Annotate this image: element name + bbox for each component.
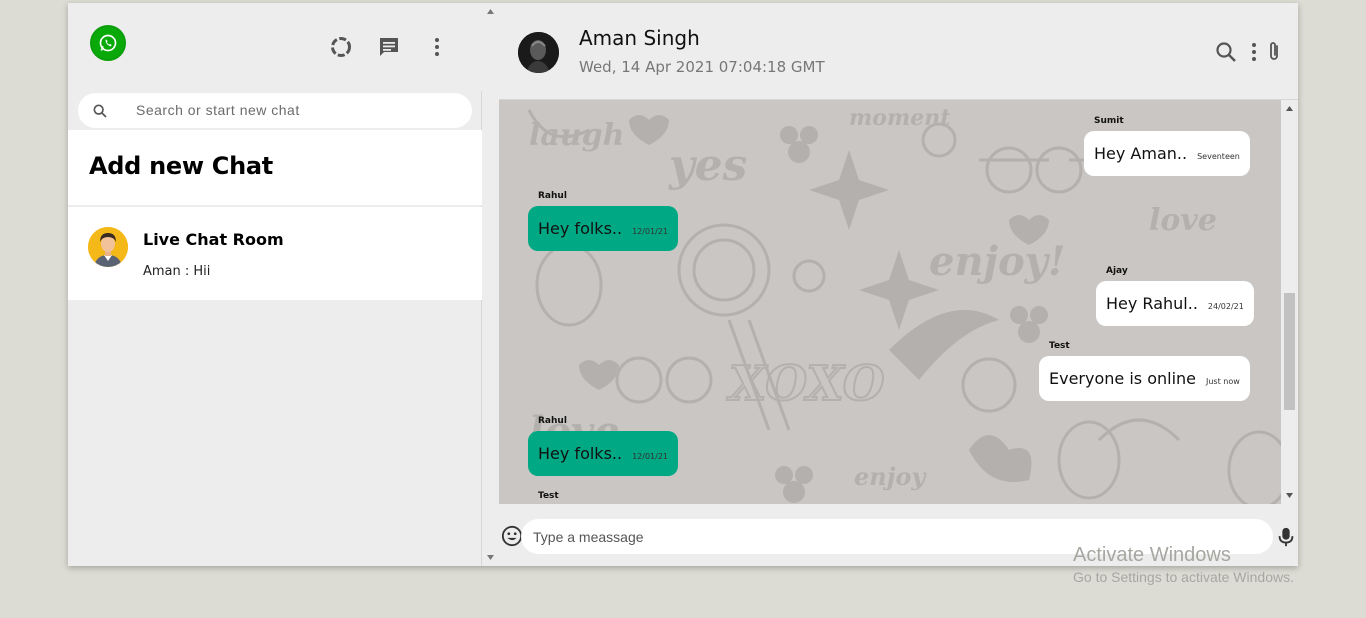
message-text: Hey Aman.. xyxy=(1094,144,1188,163)
more-vert-icon[interactable] xyxy=(425,35,449,59)
emoji-icon[interactable] xyxy=(501,525,523,551)
message-bubble-outgoing[interactable]: Hey Rahul.. 24/02/21 xyxy=(1096,281,1254,326)
svg-text:love: love xyxy=(1149,203,1217,238)
search-bar xyxy=(78,93,472,128)
room-name: Live Chat Room xyxy=(143,230,284,249)
message-sender: Test xyxy=(1049,341,1070,351)
room-last-message: Aman : Hii xyxy=(143,264,211,279)
status-icon[interactable] xyxy=(329,35,353,59)
contact-name: Aman Singh xyxy=(579,26,700,50)
message-bubble-incoming[interactable]: Hey folks.. 12/01/21 xyxy=(528,431,679,476)
message-bubble-outgoing[interactable]: Hey Aman.. Seventeen xyxy=(1084,131,1250,176)
more-vert-icon[interactable] xyxy=(1310,40,1334,64)
add-new-chat[interactable]: Add new Chat xyxy=(68,130,482,206)
message-text: Hey folks.. xyxy=(538,444,623,463)
svg-text:enjoy!: enjoy! xyxy=(929,238,1065,285)
message-bubble-outgoing[interactable]: Everyone is online Just now xyxy=(1039,356,1250,401)
messages-scrollbar[interactable] xyxy=(1281,100,1298,504)
message-sender: Test xyxy=(538,491,559,501)
chat-header: Aman Singh Wed, 14 Apr 2021 07:04:18 GMT xyxy=(499,3,1298,100)
message-text: Hey folks.. xyxy=(538,219,623,238)
svg-text:laugh: laugh xyxy=(529,118,624,153)
message-time: 12/01/21 xyxy=(632,226,669,236)
new-chat-icon[interactable] xyxy=(377,35,401,59)
message-time: 24/02/21 xyxy=(1207,301,1244,311)
watermark-line-1: Activate Windows xyxy=(1073,544,1231,566)
message-area: laugh yes enjoy! love XOXO love moment e… xyxy=(499,100,1281,504)
activate-windows-watermark: Activate Windows Go to Settings to activ… xyxy=(1073,544,1294,585)
whatsapp-logo-icon[interactable] xyxy=(90,25,126,61)
message-time: Just now xyxy=(1206,376,1240,386)
svg-text:XOXO: XOXO xyxy=(726,356,885,412)
add-new-chat-title: Add new Chat xyxy=(89,152,273,180)
sidebar-header xyxy=(68,3,482,91)
chat-room-item[interactable]: Live Chat Room Aman : Hii xyxy=(68,207,482,300)
message-text: Hey Rahul.. xyxy=(1106,294,1198,313)
search-icon xyxy=(92,103,108,123)
message-sender: Sumit xyxy=(1094,116,1124,126)
contact-avatar[interactable] xyxy=(518,32,559,73)
sidebar: Add new Chat Live Chat Room Aman : Hii xyxy=(68,3,482,566)
message-sender: Ajay xyxy=(1106,266,1128,276)
search-input[interactable] xyxy=(136,99,456,121)
scrollbar-thumb[interactable] xyxy=(1284,293,1295,410)
message-sender: Rahul xyxy=(538,191,567,201)
message-bubble-incoming[interactable]: Hey folks.. 12/01/21 xyxy=(528,206,679,251)
message-time: 12/01/21 xyxy=(632,451,669,461)
last-seen: Wed, 14 Apr 2021 07:04:18 GMT xyxy=(579,58,825,76)
svg-text:enjoy: enjoy xyxy=(854,462,927,491)
watermark-line-2: Go to Settings to activate Windows. xyxy=(1073,569,1294,585)
app-window: Add new Chat Live Chat Room Aman : Hii xyxy=(68,3,1298,566)
chat-panel: Aman Singh Wed, 14 Apr 2021 07:04:18 GMT xyxy=(499,3,1298,566)
sidebar-scrollbar[interactable] xyxy=(482,3,499,566)
svg-text:yes: yes xyxy=(668,140,747,191)
room-avatar xyxy=(88,227,128,267)
message-text: Everyone is online xyxy=(1049,369,1196,388)
message-sender: Rahul xyxy=(538,416,567,426)
search-icon[interactable] xyxy=(1214,40,1238,64)
svg-text:moment: moment xyxy=(849,105,950,131)
chat-more-vert-icon[interactable] xyxy=(1242,40,1266,64)
message-time: Seventeen xyxy=(1197,151,1240,161)
